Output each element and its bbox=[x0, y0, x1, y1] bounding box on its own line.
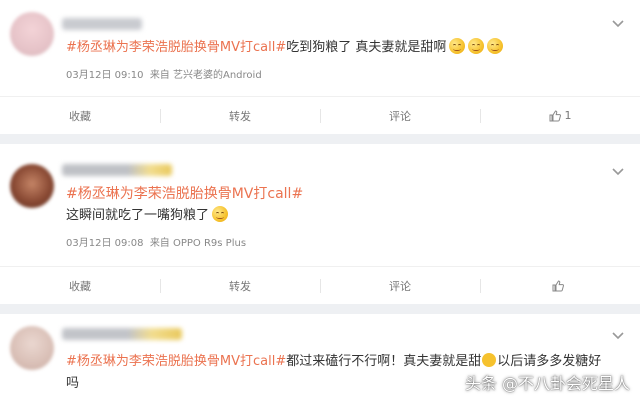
topic-link[interactable]: #杨丞琳为李荣浩脱胎换骨MV打call# bbox=[66, 40, 286, 55]
forward-button[interactable]: 转发 bbox=[160, 267, 320, 304]
like-button[interactable] bbox=[480, 267, 640, 304]
post-meta: 03月12日 09:08 来自 OPPO R9s Plus bbox=[66, 238, 247, 249]
post-text: #杨丞琳为李荣浩脱胎换骨MV打call#都过来磕行不行啊！真夫妻就是甜 以后请多多… bbox=[66, 353, 602, 369]
avatar[interactable] bbox=[10, 164, 54, 208]
post-text: 这瞬间就吃了一嘴狗粮了 bbox=[66, 206, 229, 226]
username[interactable] bbox=[62, 328, 182, 340]
smile-emoji-icon bbox=[449, 38, 466, 54]
action-bar: 收藏 转发 评论 bbox=[0, 266, 640, 304]
username[interactable] bbox=[62, 164, 172, 176]
laughing-emoji-icon bbox=[212, 206, 229, 222]
post-date[interactable]: 03月12日 09:08 bbox=[66, 238, 143, 249]
more-options-button[interactable] bbox=[610, 328, 626, 344]
post-card-1: #杨丞琳为李荣浩脱胎换骨MV打call#吃到狗粮了 真夫妻就是甜啊 03月12日… bbox=[0, 0, 640, 134]
like-button[interactable]: 1 bbox=[480, 97, 640, 134]
comment-button[interactable]: 评论 bbox=[320, 267, 480, 304]
more-options-button[interactable] bbox=[610, 164, 626, 180]
avatar[interactable] bbox=[10, 326, 54, 370]
topic-link[interactable]: #杨丞琳为李荣浩脱胎换骨MV打call# bbox=[66, 186, 303, 202]
post-meta: 03月12日 09:10 来自 艺兴老婆的Android bbox=[66, 70, 262, 81]
thumbs-up-icon bbox=[552, 279, 564, 292]
smile-emoji-icon bbox=[487, 38, 504, 54]
post-text-topic: #杨丞琳为李荣浩脱胎换骨MV打call# bbox=[66, 184, 303, 204]
thumbs-up-icon bbox=[549, 109, 561, 122]
wink-emoji-icon bbox=[482, 353, 497, 367]
post-source[interactable]: OPPO R9s Plus bbox=[173, 238, 246, 249]
post-text: #杨丞琳为李荣浩脱胎换骨MV打call#吃到狗粮了 真夫妻就是甜啊 bbox=[66, 38, 504, 58]
action-bar: 收藏 转发 评论 1 bbox=[0, 96, 640, 134]
chevron-down-icon bbox=[612, 332, 624, 340]
topic-link[interactable]: #杨丞琳为李荣浩脱胎换骨MV打call# bbox=[66, 354, 286, 369]
avatar[interactable] bbox=[10, 12, 54, 56]
smile-emoji-icon bbox=[468, 38, 485, 54]
comment-button[interactable]: 评论 bbox=[320, 97, 480, 134]
more-options-button[interactable] bbox=[610, 16, 626, 32]
username[interactable] bbox=[62, 18, 142, 30]
like-count: 1 bbox=[564, 109, 572, 122]
favorite-button[interactable]: 收藏 bbox=[0, 97, 160, 134]
post-text-line2: 吗 bbox=[66, 376, 80, 391]
watermark: 头条 @不八卦会死星人 bbox=[464, 374, 630, 393]
post-date[interactable]: 03月12日 09:10 bbox=[66, 70, 143, 81]
post-source[interactable]: 艺兴老婆的Android bbox=[173, 70, 262, 81]
post-card-2: #杨丞琳为李荣浩脱胎换骨MV打call# 这瞬间就吃了一嘴狗粮了 03月12日 … bbox=[0, 144, 640, 304]
forward-button[interactable]: 转发 bbox=[160, 97, 320, 134]
chevron-down-icon bbox=[612, 20, 624, 28]
chevron-down-icon bbox=[612, 168, 624, 176]
favorite-button[interactable]: 收藏 bbox=[0, 267, 160, 304]
